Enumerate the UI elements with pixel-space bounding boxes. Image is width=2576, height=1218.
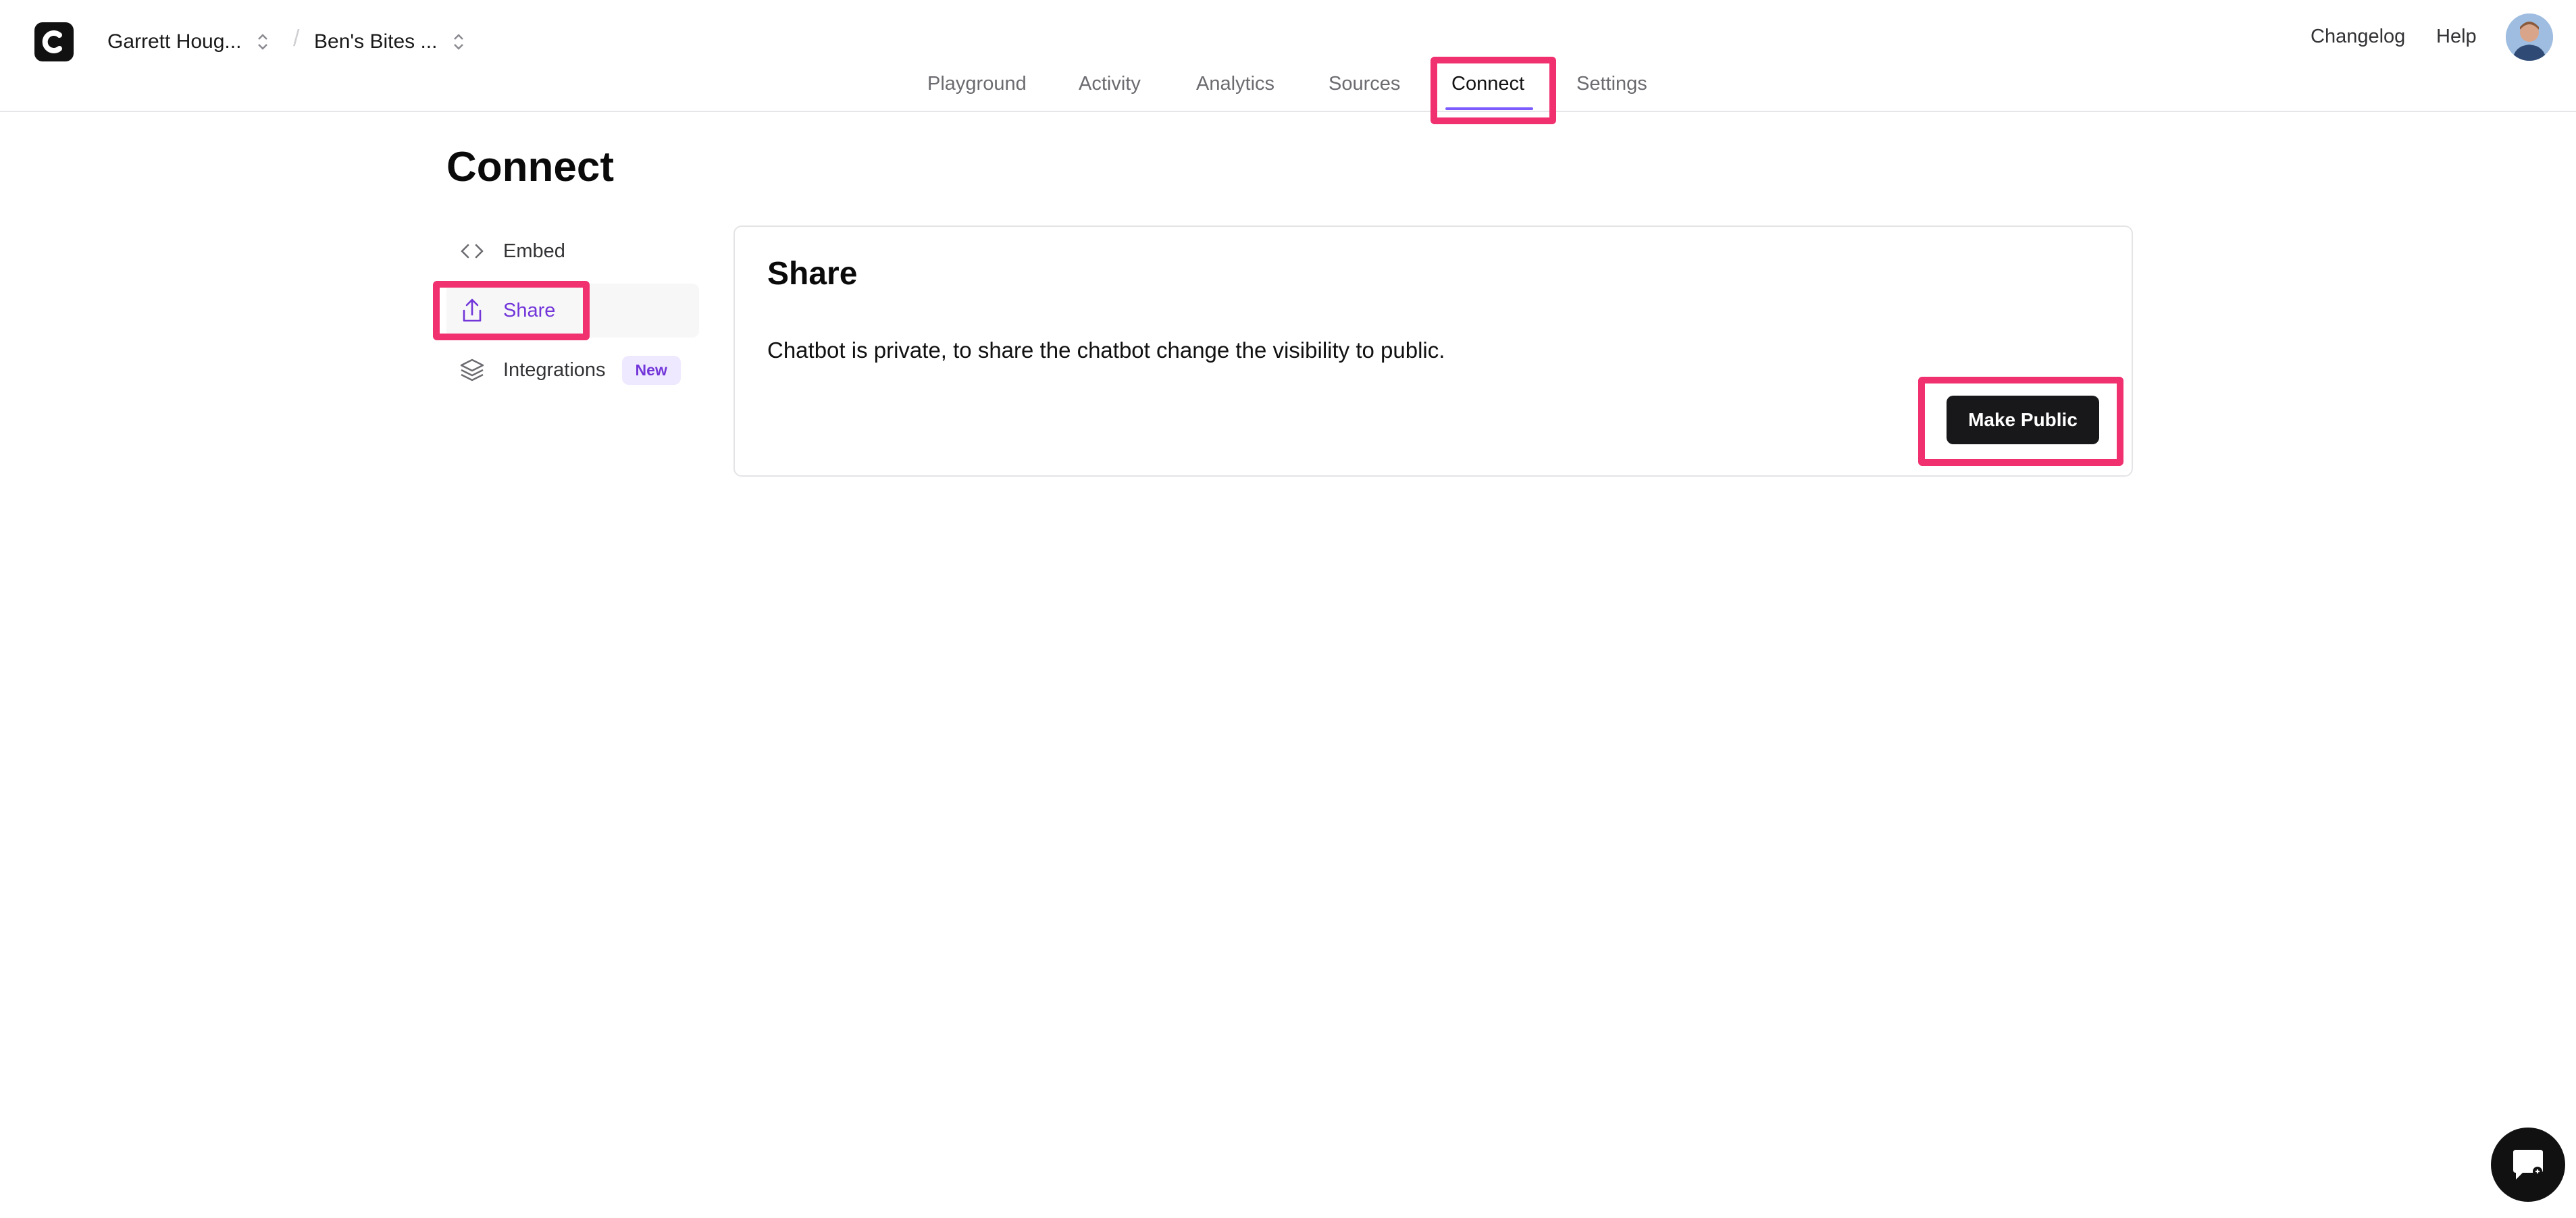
help-link[interactable]: Help (2436, 26, 2477, 55)
top-header: Garrett Houg... / Ben's Bites ... Playgr… (0, 0, 2576, 124)
sidebar-item-label: Integrations (503, 359, 606, 381)
logo-icon (42, 30, 62, 53)
chatbot-name: Ben's Bites ... (314, 30, 438, 53)
workspace-name: Garrett Houg... (107, 30, 242, 53)
chat-icon (2513, 1150, 2543, 1180)
top-nav: Playground Activity Analytics Sources Co… (0, 70, 2576, 112)
share-card: Share Chatbot is private, to share the c… (733, 226, 2133, 477)
sidebar-item-embed[interactable]: Embed (446, 224, 699, 278)
page-title: Connect (446, 144, 614, 190)
new-badge: New (621, 355, 681, 385)
code-icon (457, 236, 487, 266)
sidebar-item-integrations[interactable]: Integrations New (446, 343, 699, 397)
share-icon (457, 296, 487, 325)
share-card-description: Chatbot is private, to share the chatbot… (767, 338, 1445, 363)
tab-analytics[interactable]: Analytics (1196, 73, 1274, 95)
chevron-updown-icon (258, 34, 268, 50)
workspace-switcher[interactable]: Garrett Houg... (107, 27, 269, 57)
breadcrumb-separator: / (293, 26, 300, 51)
sidebar-item-label: Embed (503, 240, 565, 262)
tab-playground[interactable]: Playground (927, 73, 1027, 95)
user-avatar[interactable] (2506, 14, 2553, 61)
sidebar-item-share[interactable]: Share (446, 284, 699, 338)
share-card-title: Share (767, 256, 858, 292)
active-tab-indicator (1445, 107, 1533, 110)
app-logo[interactable] (34, 22, 74, 61)
app-root: Garrett Houg... / Ben's Bites ... Playgr… (0, 0, 2576, 1218)
sidebar-item-label: Share (503, 299, 556, 321)
changelog-link[interactable]: Changelog (2311, 26, 2405, 55)
tab-settings[interactable]: Settings (1576, 73, 1647, 95)
layers-icon (457, 355, 487, 385)
make-public-button[interactable]: Make Public (1947, 396, 2099, 444)
tab-connect[interactable]: Connect (1451, 73, 1524, 95)
chatbot-switcher[interactable]: Ben's Bites ... (314, 27, 465, 57)
chat-widget-button[interactable] (2491, 1128, 2565, 1202)
chevron-updown-icon (454, 34, 464, 50)
tab-activity[interactable]: Activity (1079, 73, 1141, 95)
tab-sources[interactable]: Sources (1329, 73, 1400, 95)
avatar-icon (2506, 14, 2553, 61)
